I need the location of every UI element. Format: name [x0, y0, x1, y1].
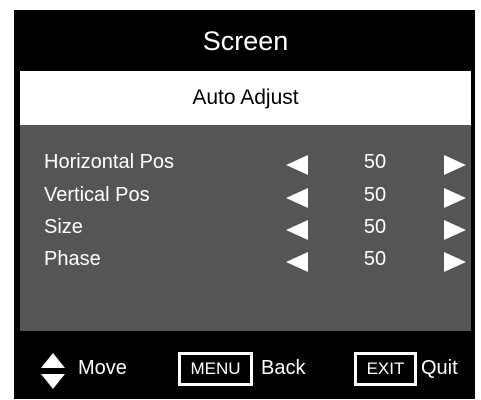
increase-arrow-icon[interactable] — [444, 252, 466, 272]
setting-value: 50 — [363, 184, 387, 206]
setting-row-vertical-pos[interactable]: Vertical Pos 50 — [20, 180, 471, 212]
increase-arrow-icon[interactable] — [444, 155, 466, 175]
decrease-arrow-icon[interactable] — [286, 220, 308, 240]
menu-title: Screen — [202, 25, 289, 56]
setting-label: Size — [44, 216, 83, 238]
setting-value: 50 — [363, 151, 387, 173]
back-hint: Back — [261, 357, 306, 379]
decrease-arrow-icon[interactable] — [286, 155, 308, 175]
decrease-arrow-icon[interactable] — [286, 188, 308, 208]
auto-adjust-item[interactable]: Auto Adjust — [20, 71, 471, 125]
setting-row-phase[interactable]: Phase 50 — [20, 244, 471, 276]
setting-value: 50 — [363, 216, 387, 238]
decrease-arrow-icon[interactable] — [286, 252, 308, 272]
footer-hints: Move MENU Back EXIT Quit — [15, 331, 476, 400]
setting-label: Phase — [44, 248, 101, 270]
settings-panel: Horizontal Pos 50 Vertical Pos 50 Size 5… — [20, 125, 471, 331]
quit-hint: Quit — [421, 357, 458, 379]
osd-menu: Screen Auto Adjust Horizontal Pos 50 Ver… — [14, 10, 475, 399]
menu-key-button[interactable]: MENU — [178, 352, 253, 386]
move-hint: Move — [78, 357, 127, 379]
up-down-arrows-icon — [41, 353, 65, 389]
increase-arrow-icon[interactable] — [444, 220, 466, 240]
exit-key-button[interactable]: EXIT — [354, 352, 417, 386]
setting-row-size[interactable]: Size 50 — [20, 212, 471, 244]
setting-label: Vertical Pos — [44, 184, 150, 206]
setting-label: Horizontal Pos — [44, 151, 175, 173]
setting-value: 50 — [363, 248, 387, 270]
setting-row-horizontal-pos[interactable]: Horizontal Pos 50 — [20, 147, 471, 179]
increase-arrow-icon[interactable] — [444, 188, 466, 208]
